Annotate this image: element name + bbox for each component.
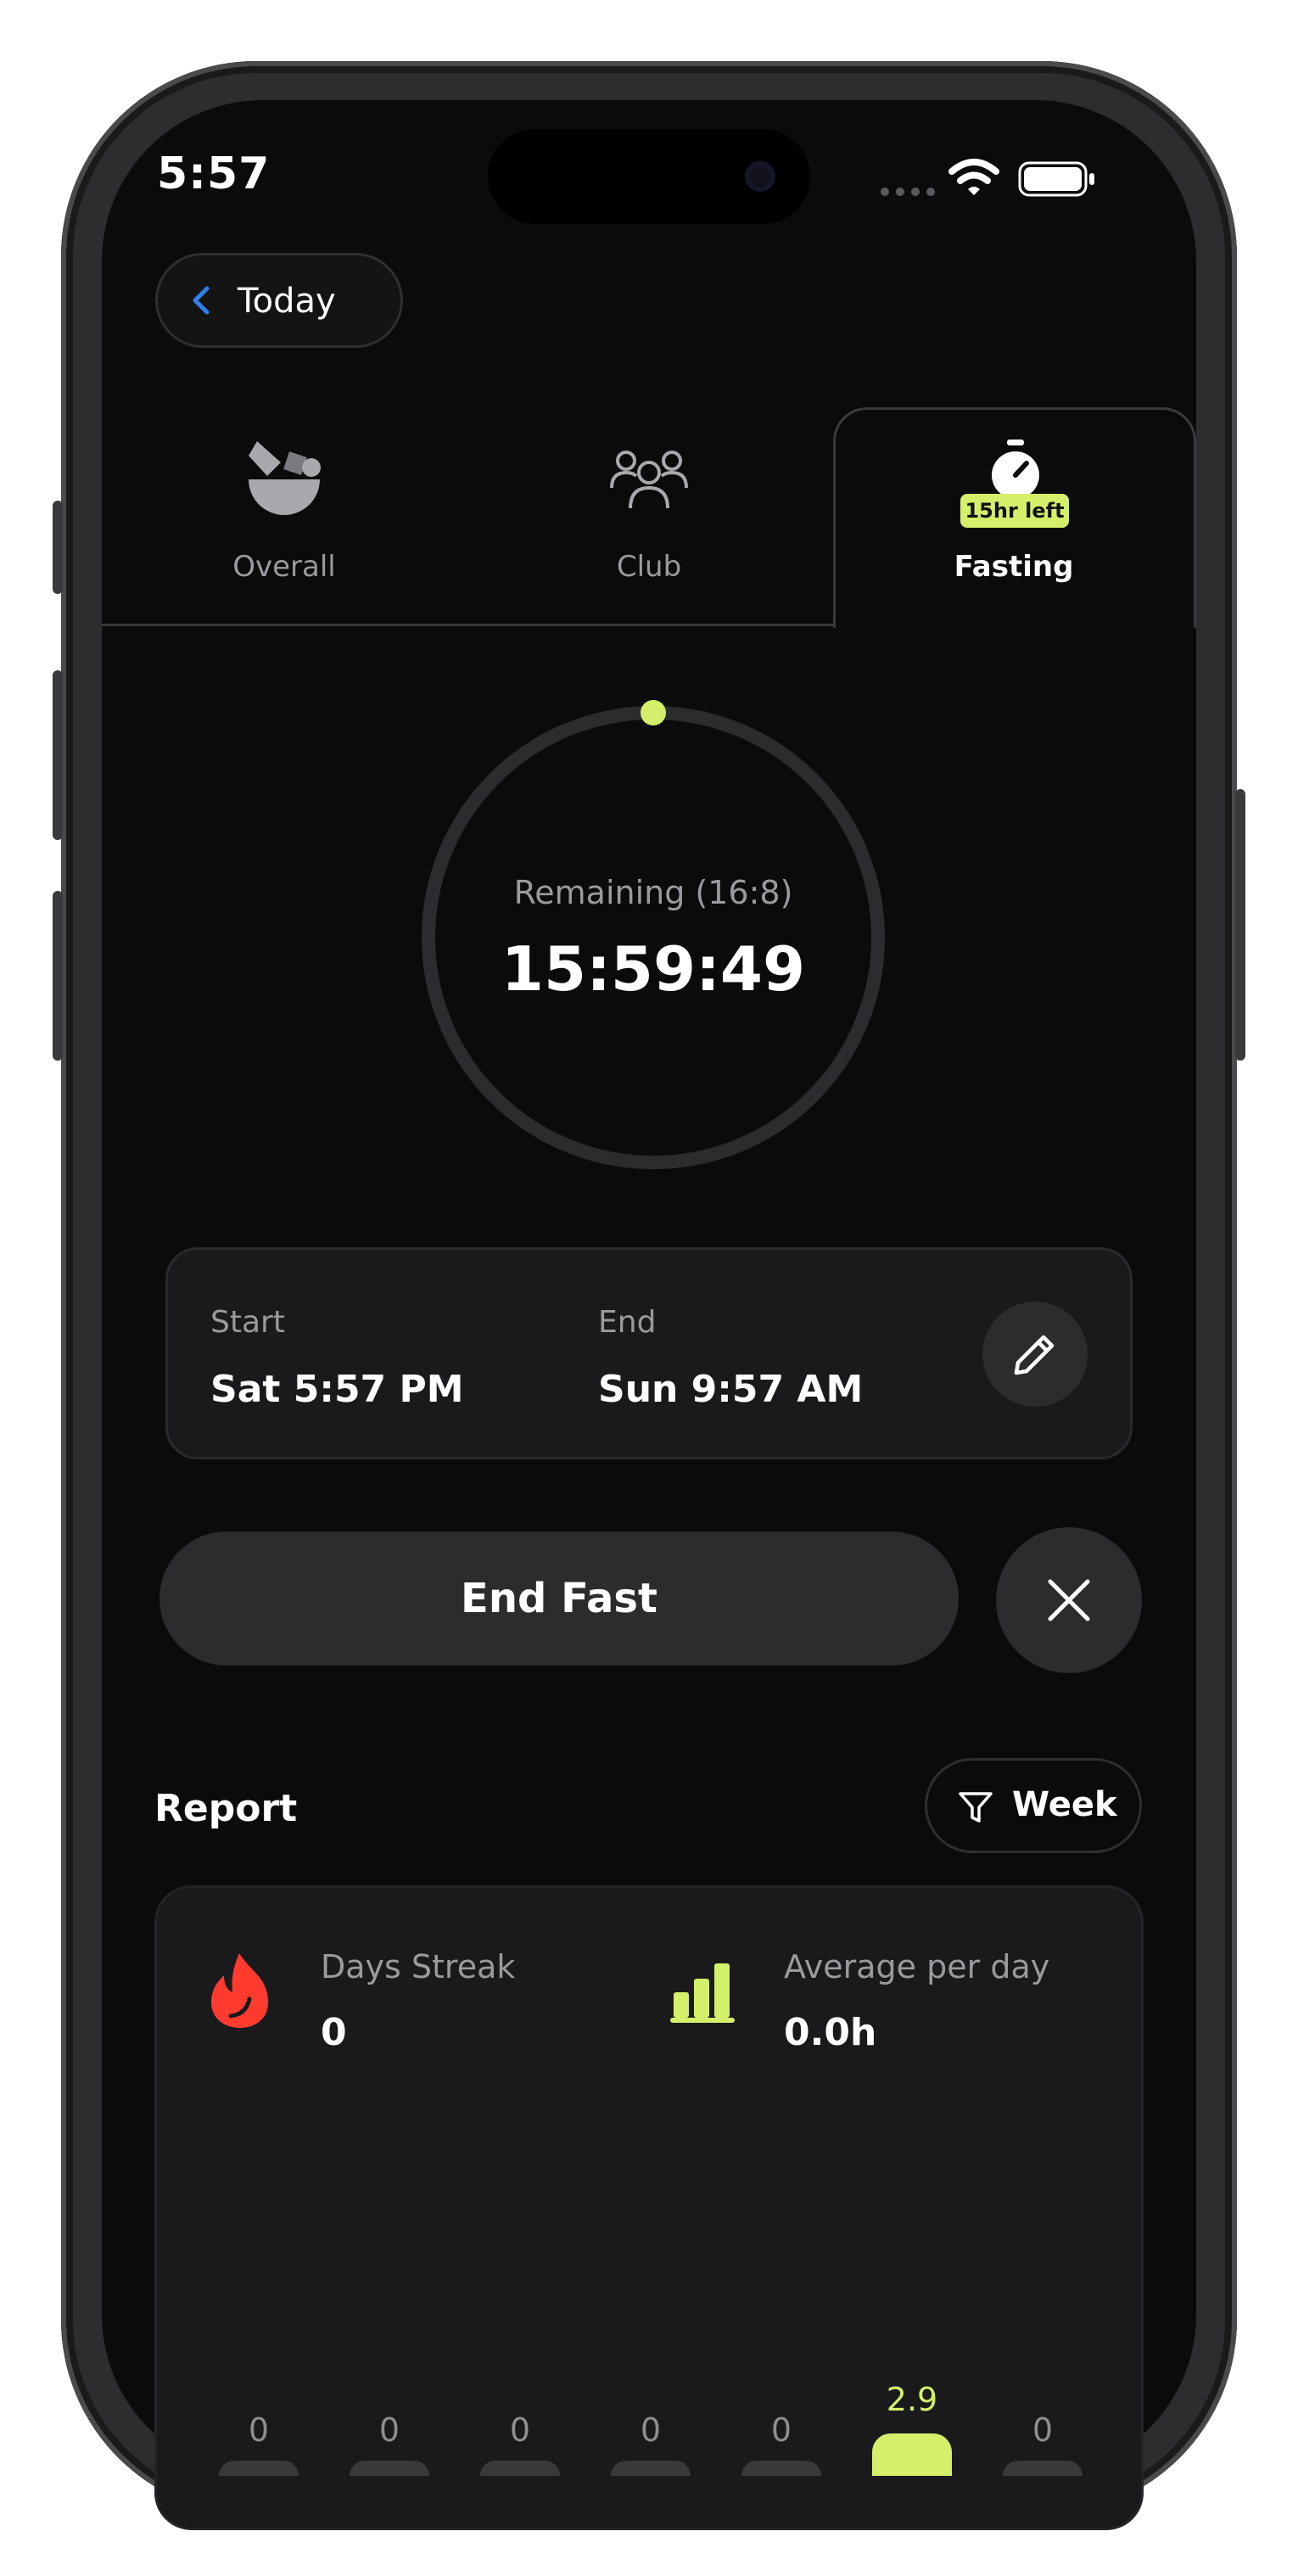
chart-bar-value: 0 <box>770 2411 792 2449</box>
timer-value: 15:59:49 <box>501 933 806 1005</box>
tab-fasting-label: Fasting <box>954 550 1074 584</box>
progress-ring-indicator <box>641 700 666 725</box>
chart-bar-value: 0 <box>378 2411 400 2449</box>
volume-down-button <box>53 891 63 1061</box>
tab-overall-label: Overall <box>232 550 336 584</box>
flame-icon <box>207 1952 273 2033</box>
average-value: 0.0h <box>784 2011 877 2054</box>
end-label: End <box>598 1305 657 1340</box>
chart-bar-value: 2.9 <box>886 2381 938 2418</box>
action-button <box>53 501 63 594</box>
start-label: Start <box>210 1305 285 1340</box>
chart-bar[interactable] <box>872 2433 952 2476</box>
timer-label: Remaining (16:8) <box>513 874 793 911</box>
fasting-time-left-badge: 15hr left <box>960 494 1069 528</box>
chart-bar[interactable] <box>1003 2461 1083 2476</box>
cellular-signal-icon <box>879 185 938 201</box>
filter-icon <box>957 1789 994 1829</box>
battery-icon <box>1018 161 1096 200</box>
chart-bar-value: 0 <box>248 2411 270 2449</box>
chart-bar[interactable] <box>611 2461 691 2476</box>
streak-label: Days Streak <box>321 1948 516 1985</box>
food-bowl-icon <box>242 437 327 525</box>
tab-divider <box>102 624 836 626</box>
wifi-icon <box>948 158 999 200</box>
average-label: Average per day <box>784 1948 1050 1985</box>
chevron-left-icon <box>188 283 214 321</box>
tab-club-label: Club <box>616 550 682 584</box>
group-users-icon <box>609 447 689 515</box>
chart-bar[interactable] <box>741 2461 821 2476</box>
camera-icon <box>745 161 775 192</box>
status-time: 5:57 <box>157 148 271 199</box>
period-filter-label: Week <box>1012 1785 1117 1824</box>
chart-bar-value: 0 <box>1032 2411 1054 2449</box>
chart-bar[interactable] <box>219 2461 299 2476</box>
chart-bar-value: 0 <box>640 2411 662 2449</box>
volume-up-button <box>53 670 63 840</box>
end-value: Sun 9:57 AM <box>598 1368 864 1411</box>
start-value: Sat 5:57 PM <box>210 1368 464 1411</box>
chart-bar[interactable] <box>480 2461 560 2476</box>
back-button-label: Today <box>238 282 336 321</box>
end-fast-button[interactable]: End Fast <box>159 1532 959 1666</box>
power-button <box>1235 789 1245 1061</box>
bar-chart-icon <box>670 1962 738 2028</box>
report-title: Report <box>154 1787 298 1830</box>
close-icon <box>1043 1575 1094 1629</box>
pencil-icon <box>1010 1329 1060 1383</box>
streak-value: 0 <box>321 2011 347 2054</box>
chart-bar[interactable] <box>350 2461 429 2476</box>
chart-bar-value: 0 <box>509 2411 531 2449</box>
